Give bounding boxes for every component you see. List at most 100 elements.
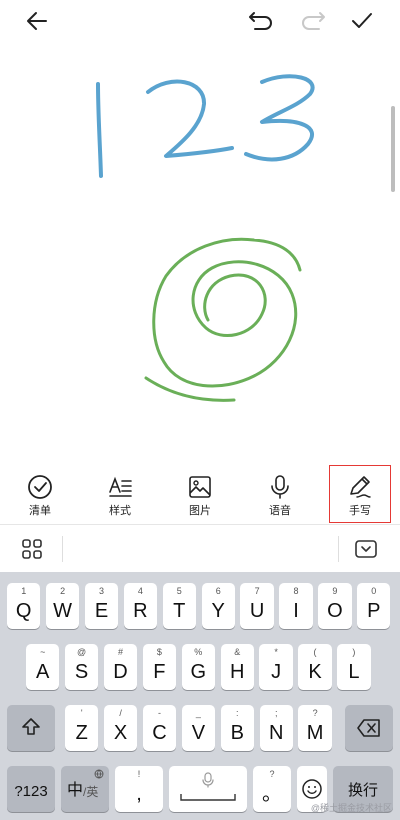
top-bar bbox=[0, 0, 400, 44]
period-label: 。 bbox=[262, 783, 282, 805]
redo-icon bbox=[302, 12, 325, 30]
language-switch-key[interactable]: 中 /英 bbox=[61, 766, 109, 812]
back-button[interactable] bbox=[20, 6, 54, 36]
key-sup-label: 1 bbox=[21, 586, 27, 596]
comma-sup-label: ! bbox=[137, 769, 141, 779]
key-label: X bbox=[113, 722, 128, 744]
tool-style-label: 样式 bbox=[109, 505, 131, 517]
handwriting-strokes bbox=[96, 74, 315, 402]
key-m[interactable]: ? M bbox=[298, 705, 332, 751]
stroke-digit-3 bbox=[244, 74, 315, 162]
tool-handwriting[interactable]: 手写 bbox=[329, 465, 391, 523]
chevron-down-icon bbox=[355, 540, 377, 558]
key-z[interactable]: ' Z bbox=[65, 705, 99, 751]
key-label: M bbox=[306, 722, 324, 744]
redo-button[interactable] bbox=[296, 6, 330, 36]
pen-icon bbox=[350, 476, 371, 498]
hide-keyboard-button[interactable] bbox=[354, 537, 378, 566]
key-sup-label: ' bbox=[80, 708, 83, 718]
key-label: P bbox=[367, 600, 381, 622]
key-label: Z bbox=[75, 722, 88, 744]
key-c[interactable]: -C bbox=[142, 705, 177, 751]
tool-image-label: 图片 bbox=[189, 505, 211, 517]
key-k[interactable]: (K bbox=[298, 644, 332, 690]
key-s[interactable]: @ S bbox=[64, 644, 99, 690]
divider bbox=[62, 536, 63, 562]
key-u[interactable]: 7U bbox=[240, 583, 274, 629]
key-sup-label: % bbox=[194, 647, 203, 657]
key-e[interactable]: 3E bbox=[84, 583, 119, 629]
tool-voice[interactable]: 语音 bbox=[250, 466, 310, 522]
space-icon bbox=[180, 794, 236, 801]
handwriting-canvas[interactable] bbox=[0, 44, 400, 464]
key-i[interactable]: 8I bbox=[279, 583, 313, 629]
key-sup-label: * bbox=[274, 647, 278, 657]
key-b[interactable]: :B bbox=[220, 705, 254, 751]
key-p[interactable]: 0P bbox=[357, 583, 391, 629]
text-style-icon bbox=[109, 476, 132, 497]
globe-icon bbox=[94, 769, 104, 779]
microphone-icon bbox=[271, 475, 289, 499]
comma-key[interactable]: ! , bbox=[115, 766, 163, 812]
tool-handwriting-label: 手写 bbox=[349, 505, 371, 517]
key-f[interactable]: $ F bbox=[142, 644, 177, 690]
editor-toolbar: 清单 样式 图片 语音 手写 bbox=[0, 465, 400, 525]
keyboard-menu-button[interactable] bbox=[20, 537, 44, 566]
stroke-digit-2 bbox=[146, 79, 234, 158]
key-a[interactable]: ~ A bbox=[26, 644, 60, 690]
tool-checklist[interactable]: 清单 bbox=[10, 466, 70, 522]
key-sup-label: / bbox=[119, 708, 122, 718]
key-l[interactable]: ) L bbox=[337, 644, 371, 690]
key-h[interactable]: & H bbox=[220, 644, 254, 690]
tool-style[interactable]: 样式 bbox=[90, 466, 150, 522]
undo-icon bbox=[249, 12, 272, 30]
key-label: K bbox=[308, 661, 322, 683]
key-q[interactable]: 1Q bbox=[7, 583, 41, 629]
key-label: H bbox=[229, 661, 245, 683]
shift-icon bbox=[22, 718, 40, 735]
key-label: Y bbox=[211, 600, 225, 622]
checkbox-circle-icon bbox=[28, 475, 52, 499]
key-sup-label: 7 bbox=[254, 586, 260, 596]
shift-key[interactable] bbox=[7, 705, 55, 751]
period-key[interactable]: ? 。 bbox=[253, 766, 291, 812]
key-sup-label: - bbox=[157, 708, 161, 718]
key-sup-label: 4 bbox=[137, 586, 143, 596]
key-label: J bbox=[271, 661, 282, 683]
key-x[interactable]: / X bbox=[103, 705, 138, 751]
key-r[interactable]: 4R bbox=[123, 583, 158, 629]
key-sup-label: # bbox=[117, 647, 123, 657]
key-d[interactable]: # D bbox=[103, 644, 138, 690]
grid-icon bbox=[22, 539, 42, 559]
key-label: U bbox=[249, 600, 265, 622]
stroke-digit-1 bbox=[96, 82, 103, 178]
key-label: N bbox=[268, 722, 284, 744]
key-sup-label: _ bbox=[195, 708, 201, 718]
backspace-key[interactable] bbox=[345, 705, 393, 751]
key-sup-label: ; bbox=[274, 708, 278, 718]
key-sup-label: ) bbox=[352, 647, 356, 657]
key-label: B bbox=[230, 722, 244, 744]
key-sup-label: $ bbox=[156, 647, 162, 657]
key-y[interactable]: 6Y bbox=[201, 583, 235, 629]
key-v[interactable]: _ V bbox=[181, 705, 216, 751]
key-sup-label: 2 bbox=[60, 586, 66, 596]
key-w[interactable]: 2W bbox=[45, 583, 80, 629]
key-o[interactable]: 9O bbox=[318, 583, 352, 629]
tool-checklist-label: 清单 bbox=[29, 505, 51, 517]
key-n[interactable]: ; N bbox=[259, 705, 293, 751]
number-switch-key[interactable]: ?123 bbox=[7, 766, 55, 812]
tool-image[interactable]: 图片 bbox=[170, 466, 230, 522]
undo-button[interactable] bbox=[244, 6, 278, 36]
comma-label: , bbox=[136, 783, 142, 805]
key-g[interactable]: % G bbox=[181, 644, 215, 690]
key-label: G bbox=[190, 661, 207, 683]
key-sup-label: : bbox=[236, 708, 239, 718]
space-key[interactable] bbox=[169, 766, 247, 812]
key-label: Q bbox=[15, 600, 32, 622]
key-t[interactable]: 5T bbox=[162, 583, 196, 629]
confirm-button[interactable] bbox=[345, 6, 379, 36]
backspace-icon bbox=[357, 719, 380, 737]
key-j[interactable]: * J bbox=[259, 644, 293, 690]
scrollbar[interactable] bbox=[391, 106, 395, 192]
